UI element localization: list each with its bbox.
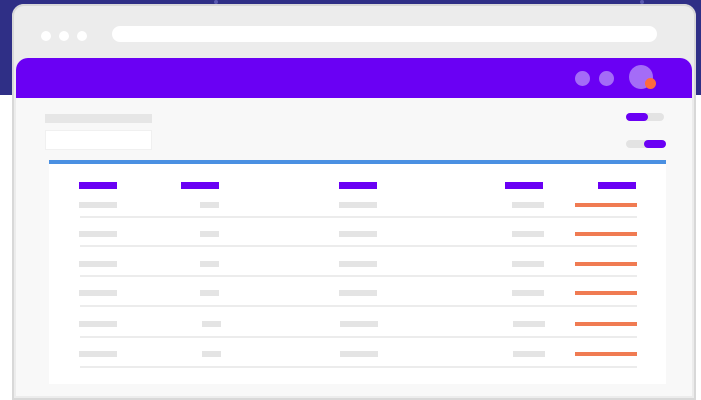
table-cell	[513, 321, 545, 327]
table-cell	[200, 261, 219, 267]
table-cell	[512, 231, 544, 237]
row-divider	[80, 245, 637, 247]
app-header	[16, 58, 692, 98]
table-cell	[79, 261, 117, 267]
row-divider	[80, 305, 637, 307]
table-cell	[339, 261, 377, 267]
message-icon[interactable]	[599, 71, 614, 86]
toggle-fill	[626, 113, 648, 121]
table-cell	[79, 231, 117, 237]
search-input[interactable]	[45, 130, 152, 150]
toggle-filter-b[interactable]	[626, 140, 666, 148]
table-cell	[79, 321, 117, 327]
minimize-dot[interactable]	[59, 31, 69, 41]
status-badge	[645, 78, 656, 89]
table-cell-accent	[575, 203, 637, 207]
close-dot[interactable]	[41, 31, 51, 41]
table-cell	[200, 202, 219, 208]
table-cell	[339, 202, 377, 208]
table-cell	[339, 231, 377, 237]
column-header[interactable]	[181, 182, 219, 189]
table-cell	[79, 351, 117, 357]
app-window	[16, 58, 692, 396]
table-cell	[513, 351, 545, 357]
data-table	[49, 160, 666, 384]
table-cell-accent	[575, 322, 637, 326]
row-divider	[80, 275, 637, 277]
table-cell	[79, 202, 117, 208]
table-cell	[340, 321, 378, 327]
table-cell	[200, 290, 219, 296]
table-cell-accent	[575, 262, 637, 266]
table-cell-accent	[575, 352, 637, 356]
toggle-fill	[644, 140, 666, 148]
table-cell	[512, 202, 544, 208]
notification-icon[interactable]	[575, 71, 590, 86]
table-cell	[79, 290, 117, 296]
table-cell	[202, 321, 221, 327]
row-divider	[80, 336, 637, 338]
row-divider	[80, 216, 637, 218]
toggle-filter-a[interactable]	[626, 113, 664, 121]
table-cell	[202, 351, 221, 357]
table-cell-accent	[575, 291, 637, 295]
page-title	[45, 114, 152, 123]
table-cell	[339, 290, 377, 296]
column-header[interactable]	[598, 182, 636, 189]
table-cell	[340, 351, 378, 357]
column-header[interactable]	[505, 182, 543, 189]
row-divider	[80, 366, 637, 368]
column-header[interactable]	[339, 182, 377, 189]
address-bar[interactable]	[112, 26, 657, 42]
column-header[interactable]	[79, 182, 117, 189]
table-cell	[512, 261, 544, 267]
table-cell	[200, 231, 219, 237]
table-cell-accent	[575, 232, 637, 236]
maximize-dot[interactable]	[77, 31, 87, 41]
table-cell	[512, 290, 544, 296]
